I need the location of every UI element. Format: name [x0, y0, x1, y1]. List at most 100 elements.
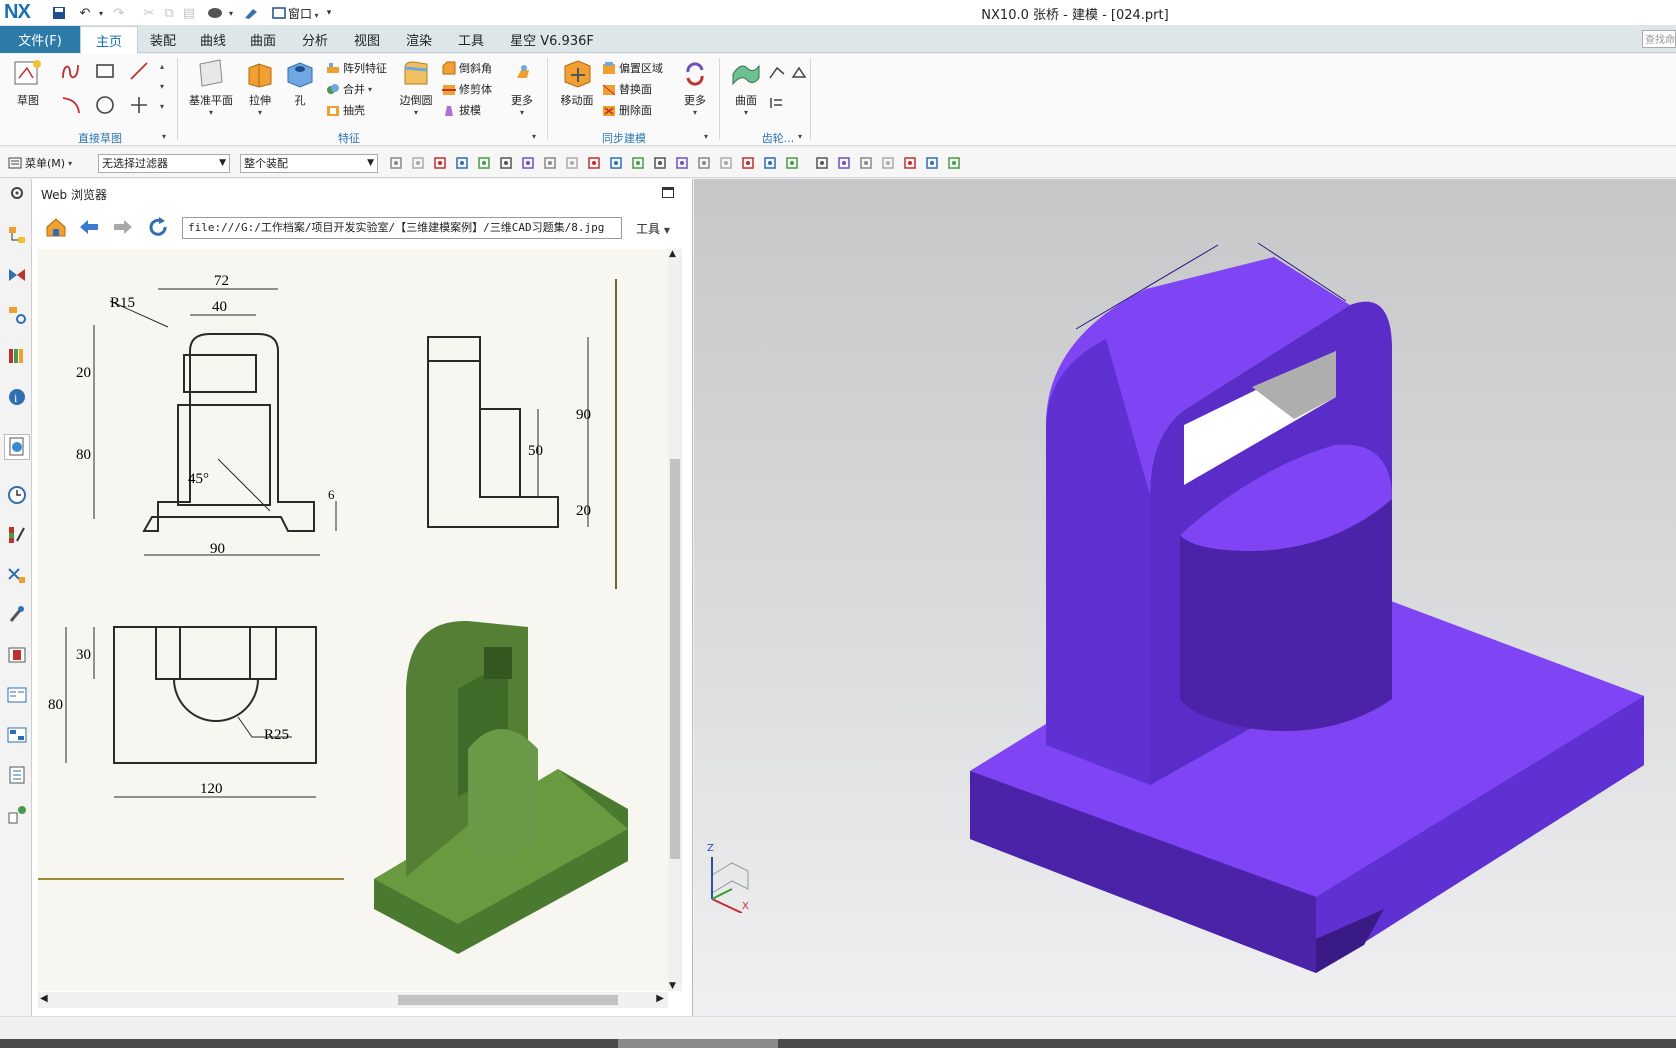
gear-tool-2-icon[interactable] [790, 64, 808, 82]
scroll-left-icon[interactable]: ◀ [40, 993, 48, 1004]
point-on-curve-icon[interactable] [740, 155, 756, 171]
system-scene-icon[interactable] [7, 685, 27, 705]
arc-center-icon[interactable] [652, 155, 668, 171]
more-feature-button[interactable]: 更多 ▾ [498, 58, 546, 117]
rectangle-icon[interactable] [94, 60, 116, 82]
group-direct-sketch-dropdown-icon[interactable]: ▾ [162, 132, 166, 141]
tools-menu[interactable]: 工具 ▼ [636, 220, 670, 237]
edge-blend-button[interactable]: 边倒圆 ▾ [392, 58, 440, 117]
gallery-down-icon[interactable]: ▾ [160, 82, 164, 91]
horizontal-scrollbar[interactable]: ◀ ▶ [38, 992, 668, 1008]
forward-icon[interactable] [112, 217, 134, 237]
role-icon[interactable] [7, 645, 27, 665]
history-clock-icon[interactable] [7, 485, 27, 505]
menu-button[interactable]: 菜单(M) ▾ [8, 155, 72, 171]
body-icon[interactable] [498, 155, 514, 171]
type-filter-select[interactable]: 无选择过滤器 ▼ [98, 154, 230, 173]
maximize-panel-icon[interactable] [662, 187, 674, 198]
view-orientation-icon[interactable] [880, 155, 896, 171]
home-icon[interactable] [44, 215, 68, 239]
replace-face-button[interactable]: 替换面 [602, 81, 652, 97]
tab-home[interactable]: 主页 [80, 26, 138, 54]
tab-tools[interactable]: 工具 [446, 26, 496, 53]
back-icon[interactable] [78, 217, 100, 237]
cube-icon[interactable] [542, 155, 558, 171]
command-search-input[interactable]: 查找命 [1642, 30, 1676, 48]
file-menu-tab[interactable]: 文件(F) [0, 26, 80, 53]
palette-icon[interactable] [7, 725, 27, 745]
zoom-icon[interactable] [836, 155, 852, 171]
url-address-input[interactable]: file:///G:/工作档案/项目开发实验室/【三维建模案例】/三维CAD习题… [182, 217, 622, 239]
bounded-grid-icon[interactable] [784, 155, 800, 171]
render-style-icon[interactable] [902, 155, 918, 171]
hole-button[interactable]: 孔 [282, 58, 318, 108]
control-point-icon[interactable] [608, 155, 624, 171]
tab-view[interactable]: 视图 [342, 26, 392, 53]
group-feature-dropdown-icon[interactable]: ▾ [532, 132, 536, 141]
point-on-face-icon[interactable] [762, 155, 778, 171]
gear-tool-1-icon[interactable] [768, 64, 786, 82]
sync-link-icon[interactable] [7, 805, 27, 825]
move-face-button[interactable]: 移动面 [552, 58, 602, 108]
gallery-up-icon[interactable]: ▴ [160, 62, 164, 71]
graphics-viewport[interactable]: Z X [694, 179, 1676, 1016]
surface-button[interactable]: 曲面 ▾ [724, 58, 768, 117]
reuse-library-icon[interactable] [7, 345, 27, 365]
extrude-button[interactable]: 拉伸 ▾ [240, 58, 280, 117]
lasso-icon[interactable] [476, 155, 492, 171]
chamfer-button[interactable]: 倒斜角 [442, 60, 492, 76]
snap-point-icon[interactable] [432, 155, 448, 171]
web-browser-tab-icon[interactable] [4, 434, 30, 460]
more-sync-button[interactable]: 更多 ▾ [672, 58, 718, 117]
process-studio-icon[interactable] [7, 565, 27, 585]
select-feature-icon[interactable] [388, 155, 404, 171]
rotate-view-icon[interactable] [858, 155, 874, 171]
tab-curve[interactable]: 曲线 [188, 26, 238, 53]
gear-tool-3-icon[interactable] [768, 94, 786, 112]
datum-plane-button[interactable]: 基准平面 ▾ [184, 58, 238, 117]
arc-icon[interactable] [60, 94, 82, 116]
tab-xingkong[interactable]: 星空 V6.936F [504, 26, 600, 53]
scroll-down-icon[interactable]: ▼ [669, 981, 676, 991]
tangent-icon[interactable] [674, 155, 690, 171]
sketch-button[interactable]: 草图 [4, 58, 52, 108]
profile-icon[interactable] [60, 60, 82, 82]
gallery-expand-icon[interactable]: ▾ [160, 102, 164, 111]
endpoint-icon[interactable] [564, 155, 580, 171]
fit-view-icon[interactable] [814, 155, 830, 171]
offset-region-button[interactable]: 偏置区域 [602, 60, 663, 76]
part-navigator-icon[interactable] [7, 305, 27, 325]
vertical-scroll-thumb[interactable] [670, 459, 680, 859]
circle-icon[interactable] [94, 94, 116, 116]
assembly-navigator-icon[interactable] [7, 225, 27, 245]
bottom-scroll-thumb[interactable] [618, 1039, 778, 1048]
shell-button[interactable]: 抽壳 [326, 102, 365, 118]
selection-scope-select[interactable]: 整个装配 ▼ [240, 154, 378, 173]
tab-render[interactable]: 渲染 [394, 26, 444, 53]
scroll-right-icon[interactable]: ▶ [656, 993, 664, 1004]
view-triad[interactable]: Z X [704, 843, 764, 914]
group-sync-dropdown-icon[interactable]: ▾ [704, 132, 708, 141]
line-icon[interactable] [128, 60, 150, 82]
tab-analysis[interactable]: 分析 [290, 26, 340, 53]
scroll-up-icon[interactable]: ▲ [669, 249, 676, 259]
settings-gear-icon[interactable] [7, 183, 27, 203]
draft-button[interactable]: 拔模 [442, 102, 481, 118]
system-materials-icon[interactable] [7, 525, 27, 545]
work-layer-icon[interactable] [924, 155, 940, 171]
manufacturing-wizard-icon[interactable] [7, 605, 27, 625]
vertical-scrollbar[interactable]: ▲ ▼ [668, 249, 682, 991]
midpoint-icon[interactable] [586, 155, 602, 171]
delete-face-button[interactable]: 删除面 [602, 102, 652, 118]
information-list-icon[interactable] [7, 765, 27, 785]
hd3d-tools-icon[interactable]: i [7, 387, 27, 407]
tab-surface[interactable]: 曲面 [238, 26, 288, 53]
existing-point-icon[interactable] [718, 155, 734, 171]
tab-assembly[interactable]: 装配 [138, 26, 188, 53]
constraint-navigator-icon[interactable] [7, 265, 27, 285]
pattern-feature-button[interactable]: 阵列特征 [326, 60, 387, 76]
point-icon[interactable] [128, 94, 150, 116]
refresh-icon[interactable] [146, 215, 170, 239]
group-gear-dropdown-icon[interactable]: ▾ [798, 132, 802, 141]
solid-icon[interactable] [520, 155, 536, 171]
